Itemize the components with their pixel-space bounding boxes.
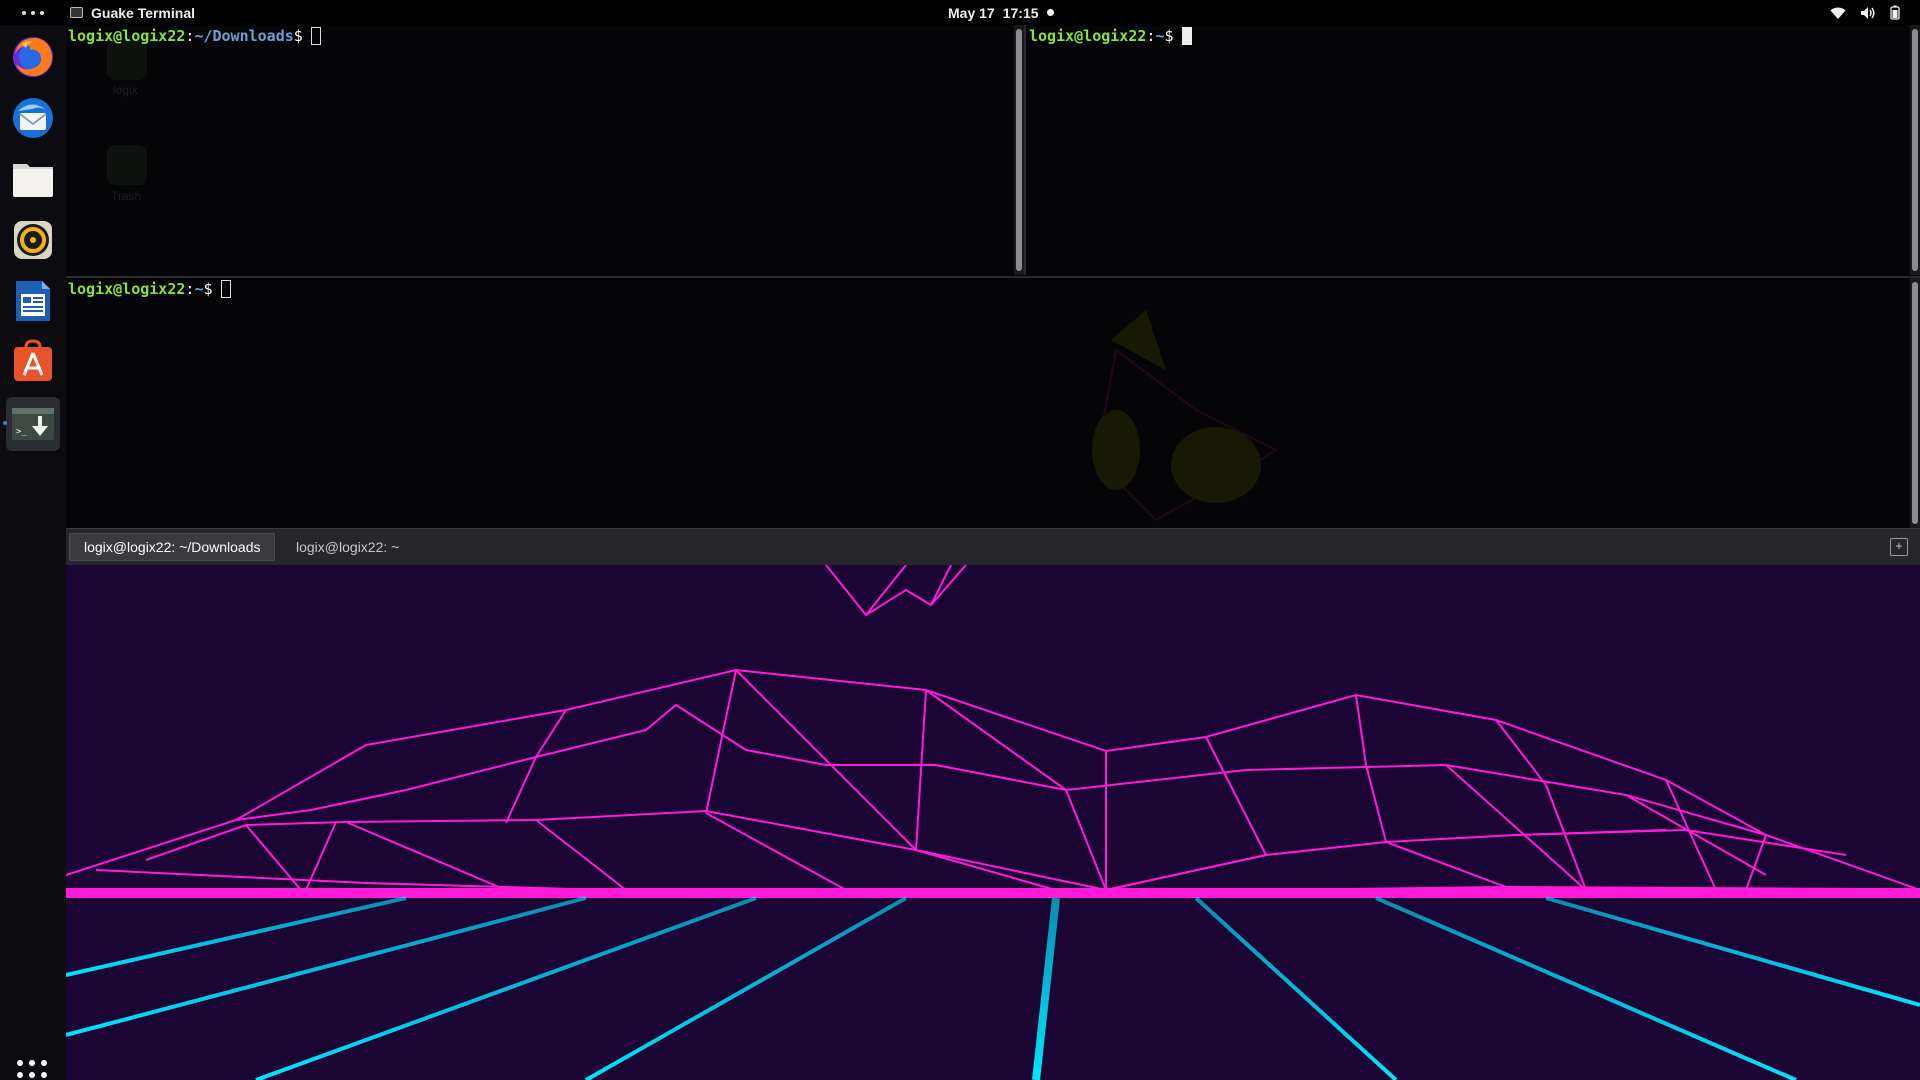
notification-dot <box>1046 9 1054 16</box>
shell-prompt: logix@logix22:~/Downloads$ <box>68 26 321 46</box>
shell-prompt: logix@logix22:~$ <box>68 279 231 299</box>
shell-prompt: logix@logix22:~$ <box>1029 26 1192 46</box>
firefox-icon[interactable] <box>6 30 60 84</box>
text-cursor <box>1181 27 1192 45</box>
guake-icon[interactable]: >_ <box>3 397 60 451</box>
pane-divider-vertical[interactable] <box>1024 25 1026 275</box>
system-tray[interactable] <box>1830 0 1900 25</box>
pane-scrollbar[interactable] <box>1910 25 1920 275</box>
app-menu[interactable]: Guake Terminal <box>70 0 195 25</box>
show-applications-button[interactable] <box>17 1060 47 1080</box>
rhythmbox-icon[interactable] <box>6 213 60 267</box>
scrollbar-thumb[interactable] <box>1912 282 1918 524</box>
app-name: Guake Terminal <box>91 4 196 21</box>
tab-downloads[interactable]: logix@logix22: ~/Downloads <box>69 533 276 561</box>
tab-home[interactable]: logix@logix22: ~ <box>282 533 413 561</box>
terminal-app-icon <box>70 7 83 18</box>
scrollbar-thumb[interactable] <box>1912 29 1918 271</box>
volume-icon[interactable] <box>1860 6 1876 20</box>
software-icon[interactable] <box>6 335 60 389</box>
thunderbird-icon[interactable] <box>6 91 60 145</box>
dock: >_ <box>0 25 66 1080</box>
desktop-wallpaper <box>66 565 1920 1080</box>
guake-terminal-window: logix Trash logix@logix22:~/Downloads$ l… <box>66 25 1920 565</box>
svg-text:>_: >_ <box>16 427 27 437</box>
terminal-tab-bar: logix@logix22: ~/Downloads logix@logix22… <box>66 528 1920 565</box>
clock[interactable]: May 17 17:15 <box>948 0 1054 25</box>
wifi-icon[interactable] <box>1830 6 1846 20</box>
clock-time: 17:15 <box>1002 4 1039 21</box>
add-tab-button[interactable]: + <box>1890 538 1908 556</box>
clock-date: May 17 <box>948 4 995 21</box>
top-bar: Guake Terminal May 17 17:15 <box>0 0 1920 25</box>
horizon-line <box>66 888 1920 898</box>
writer-icon[interactable] <box>6 274 60 328</box>
text-cursor <box>310 27 321 45</box>
pane-scrollbar[interactable] <box>1910 278 1920 528</box>
files-icon[interactable] <box>6 152 60 206</box>
terminal-pane-home-right[interactable]: logix@logix22:~$ <box>1027 25 1907 275</box>
terminal-pane-home-bottom[interactable]: logix@logix22:~$ <box>66 278 1906 528</box>
battery-icon[interactable] <box>1890 5 1900 20</box>
scrollbar-thumb[interactable] <box>1016 29 1022 271</box>
text-cursor <box>220 280 231 298</box>
pane-scrollbar[interactable] <box>1014 25 1024 275</box>
terminal-pane-downloads[interactable]: logix@logix22:~/Downloads$ <box>66 25 1012 275</box>
running-indicator <box>3 421 7 425</box>
activities-button[interactable] <box>22 0 44 25</box>
